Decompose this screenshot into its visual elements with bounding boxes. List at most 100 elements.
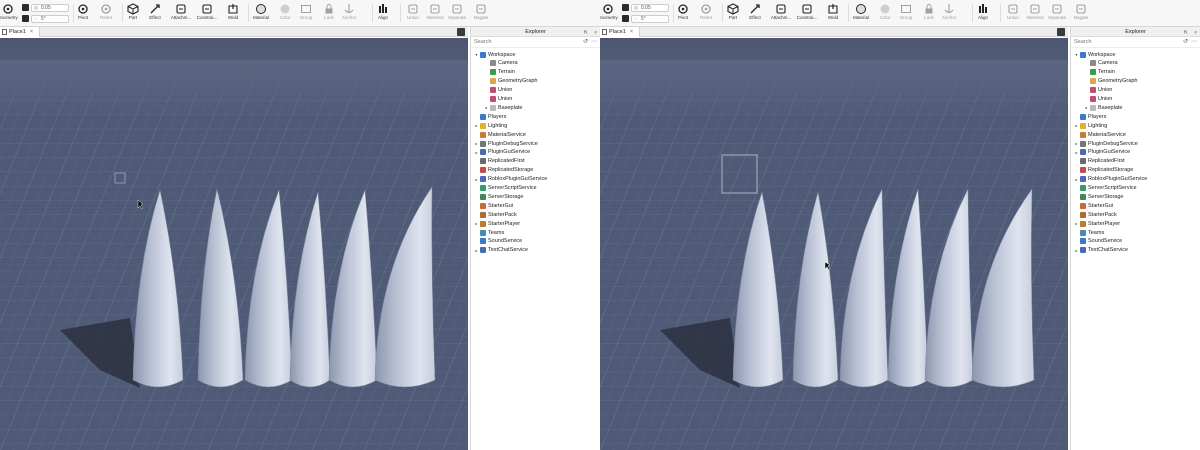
explorer-item-union[interactable]: Union — [1084, 86, 1112, 95]
reset-tool-button[interactable]: Reset — [697, 2, 715, 25]
pivot-tool-button[interactable]: Pivot — [74, 2, 92, 25]
attachment-tool-button[interactable]: Attachm... — [171, 2, 191, 25]
weld-tool-button[interactable]: Weld — [224, 2, 242, 25]
explorer-item-baseplate[interactable]: ▸ Baseplate — [1084, 103, 1122, 112]
explorer-item-players[interactable]: Players — [474, 112, 506, 121]
explorer-item-geometrygraph[interactable]: GeometryGraph — [484, 77, 537, 86]
explorer-item-serverscriptservice[interactable]: ServerScriptService — [474, 184, 537, 193]
explorer-item-workspace[interactable]: ▾ Workspace — [474, 50, 515, 59]
explorer-item-teams[interactable]: Teams — [1074, 228, 1104, 237]
expand-arrow-icon[interactable]: ▸ — [474, 123, 479, 128]
explorer-item-geometrygraph[interactable]: GeometryGraph — [1084, 77, 1137, 86]
material-tool-button[interactable]: Material — [252, 2, 270, 25]
history-icon[interactable]: ↺ — [583, 38, 588, 45]
explorer-item-materialservice[interactable]: MaterialService — [474, 130, 526, 139]
explorer-item-camera[interactable]: Camera — [484, 59, 518, 68]
more-options-icon[interactable]: ⋯ — [591, 38, 597, 45]
viewport-tools-icon[interactable] — [1057, 28, 1065, 36]
explorer-item-terrain[interactable]: Terrain — [484, 68, 515, 77]
explorer-item-startergui[interactable]: StarterGui — [1074, 201, 1113, 210]
group-tool-button[interactable]: Group — [897, 2, 915, 25]
tab-place1[interactable]: Place1 × — [0, 27, 40, 37]
explorer-search-input[interactable] — [474, 39, 569, 45]
explorer-item-starterpack[interactable]: StarterPack — [1074, 210, 1117, 219]
negate-tool-button[interactable]: Negate — [1072, 2, 1090, 25]
explorer-item-camera[interactable]: Camera — [1084, 59, 1118, 68]
lock-tool-button[interactable]: Lock — [320, 2, 338, 25]
constraint-tool-button[interactable]: Constrai... — [197, 2, 217, 25]
explorer-item-workspace[interactable]: ▾ Workspace — [1074, 50, 1115, 59]
color-tool-button[interactable]: Color — [276, 2, 294, 25]
explorer-item-players[interactable]: Players — [1074, 112, 1106, 121]
intersect-tool-button[interactable]: Intersect — [426, 2, 444, 25]
anchor-tool-button[interactable]: Anchor — [940, 2, 958, 25]
effect-tool-button[interactable]: Effect — [146, 2, 164, 25]
expand-arrow-icon[interactable]: ▸ — [474, 177, 479, 182]
explorer-item-plugindebugservice[interactable]: ▸ PluginDebugService — [474, 139, 538, 148]
explorer-item-lighting[interactable]: ▸ Lighting — [474, 121, 507, 130]
explorer-item-replicatedfirst[interactable]: ReplicatedFirst — [474, 157, 525, 166]
explorer-item-terrain[interactable]: Terrain — [1084, 68, 1115, 77]
weld-tool-button[interactable]: Weld — [824, 2, 842, 25]
negate-tool-button[interactable]: Negate — [472, 2, 490, 25]
explorer-item-starterpack[interactable]: StarterPack — [474, 210, 517, 219]
attachment-tool-button[interactable]: Attachm... — [771, 2, 791, 25]
explorer-item-pluginguiservice[interactable]: ▸ PluginGuiService — [1074, 148, 1130, 157]
geometry-button[interactable]: Geometry — [600, 2, 618, 25]
expand-arrow-icon[interactable]: ▸ — [474, 150, 479, 155]
tab-close-icon[interactable]: × — [630, 29, 633, 35]
more-options-icon[interactable]: ⋯ — [1191, 38, 1197, 45]
group-tool-button[interactable]: Group — [297, 2, 315, 25]
expand-arrow-icon[interactable]: ▸ — [474, 221, 479, 226]
explorer-item-soundservice[interactable]: SoundService — [474, 237, 522, 246]
explorer-item-startergui[interactable]: StarterGui — [474, 201, 513, 210]
explorer-item-serverstorage[interactable]: ServerStorage — [474, 192, 523, 201]
expand-arrow-icon[interactable]: ▾ — [474, 52, 479, 57]
snap-move-input[interactable]: ◎ 0.05 — [631, 3, 669, 12]
expand-arrow-icon[interactable]: ▸ — [1074, 141, 1079, 146]
explorer-item-materialservice[interactable]: MaterialService — [1074, 130, 1126, 139]
expand-arrow-icon[interactable]: ▸ — [1074, 248, 1079, 253]
explorer-item-replicatedstorage[interactable]: ReplicatedStorage — [474, 166, 533, 175]
explorer-item-lighting[interactable]: ▸ Lighting — [1074, 121, 1107, 130]
explorer-item-robloxpluginguiservice[interactable]: ▸ RobloxPluginGuiService — [474, 175, 547, 184]
snap-rotate-checkbox[interactable] — [622, 15, 629, 22]
3d-viewport[interactable] — [0, 38, 468, 450]
explorer-item-starterplayer[interactable]: ▸ StarterPlayer — [474, 219, 520, 228]
snap-rotate-checkbox[interactable] — [22, 15, 29, 22]
explorer-item-baseplate[interactable]: ▸ Baseplate — [484, 103, 522, 112]
explorer-item-serverstorage[interactable]: ServerStorage — [1074, 192, 1123, 201]
intersect-tool-button[interactable]: Intersect — [1026, 2, 1044, 25]
expand-arrow-icon[interactable]: ▸ — [1074, 123, 1079, 128]
effect-tool-button[interactable]: Effect — [746, 2, 764, 25]
anchor-tool-button[interactable]: Anchor — [340, 2, 358, 25]
expand-arrow-icon[interactable]: ▸ — [474, 141, 479, 146]
geometry-button[interactable]: Geometry — [0, 2, 18, 25]
explorer-item-textchatservice[interactable]: ▸ TextChatService — [474, 246, 528, 255]
explorer-item-union[interactable]: Union — [484, 95, 512, 104]
snap-move-checkbox[interactable] — [22, 4, 29, 11]
explorer-item-plugindebugservice[interactable]: ▸ PluginDebugService — [1074, 139, 1138, 148]
union-tool-button[interactable]: Union — [404, 2, 422, 25]
explorer-item-union[interactable]: Union — [1084, 95, 1112, 104]
pivot-tool-button[interactable]: Pivot — [674, 2, 692, 25]
explorer-item-starterplayer[interactable]: ▸ StarterPlayer — [1074, 219, 1120, 228]
separate-tool-button[interactable]: Separate — [1048, 2, 1066, 25]
tab-close-icon[interactable]: × — [30, 29, 33, 35]
part-tool-button[interactable]: Part — [124, 2, 142, 25]
expand-arrow-icon[interactable]: ▸ — [1074, 150, 1079, 155]
union-tool-button[interactable]: Union — [1004, 2, 1022, 25]
align-tool-button[interactable]: Align — [374, 2, 392, 25]
expand-arrow-icon[interactable]: ▸ — [1074, 221, 1079, 226]
expand-arrow-icon[interactable]: ▸ — [1084, 105, 1089, 110]
expand-arrow-icon[interactable]: ▸ — [474, 248, 479, 253]
explorer-item-textchatservice[interactable]: ▸ TextChatService — [1074, 246, 1128, 255]
explorer-item-serverscriptservice[interactable]: ServerScriptService — [1074, 184, 1137, 193]
snap-rotate-input[interactable]: ◌ 5° — [31, 14, 69, 23]
explorer-item-union[interactable]: Union — [484, 86, 512, 95]
history-icon[interactable]: ↺ — [1183, 38, 1188, 45]
align-tool-button[interactable]: Align — [974, 2, 992, 25]
material-tool-button[interactable]: Material — [852, 2, 870, 25]
explorer-item-replicatedstorage[interactable]: ReplicatedStorage — [1074, 166, 1133, 175]
expand-arrow-icon[interactable]: ▸ — [484, 105, 489, 110]
